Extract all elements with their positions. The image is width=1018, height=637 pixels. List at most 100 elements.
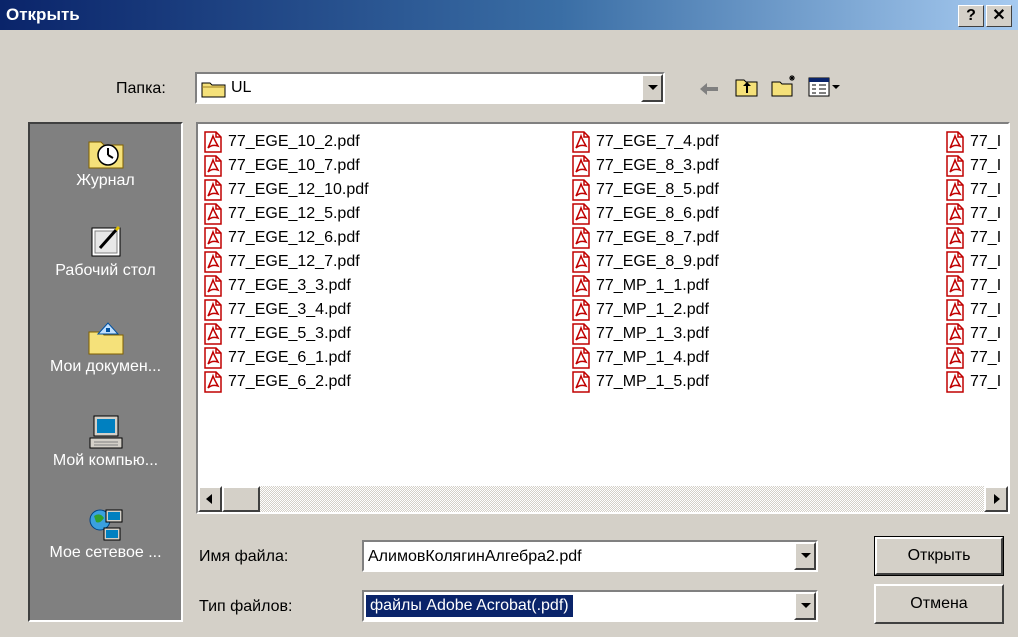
file-item[interactable]: 77_MP_1_5.pdf	[570, 370, 719, 394]
file-name: 77_EGE_6_1.pdf	[228, 349, 351, 366]
cancel-button[interactable]: Отмена	[874, 584, 1004, 624]
places-bar: Журнал Рабочий стол Мои докумен... Мой к…	[28, 122, 183, 622]
pdf-file-icon	[946, 347, 964, 369]
place-my-documents[interactable]: Мои докумен...	[30, 320, 181, 376]
file-item[interactable]: 77_EGE_8_7.pdf	[570, 226, 719, 250]
file-name: 77_I	[970, 229, 1002, 246]
file-name: 77_I	[970, 277, 1002, 294]
file-item[interactable]: 77_EGE_12_5.pdf	[202, 202, 369, 226]
history-icon	[88, 141, 123, 169]
pdf-file-icon	[946, 275, 964, 297]
file-item[interactable]: 77_I	[944, 202, 1001, 226]
close-button[interactable]: ✕	[986, 5, 1012, 27]
scroll-right-button[interactable]	[984, 486, 1008, 512]
filetype-label-text: Тип файлов:	[199, 598, 293, 615]
cancel-button-label: Отмена	[910, 595, 968, 612]
file-item[interactable]: 77_EGE_10_2.pdf	[202, 130, 369, 154]
file-name: 77_I	[970, 253, 1002, 270]
filetype-selected[interactable]: файлы Adobe Acrobat(.pdf)	[365, 594, 574, 618]
file-item[interactable]: 77_MP_1_4.pdf	[570, 346, 719, 370]
pdf-file-icon	[572, 179, 590, 201]
pdf-file-icon	[572, 203, 590, 225]
pdf-file-icon	[946, 131, 964, 153]
file-item[interactable]: 77_EGE_10_7.pdf	[202, 154, 369, 178]
file-name: 77_EGE_12_5.pdf	[228, 205, 360, 222]
place-history[interactable]: Журнал	[30, 134, 181, 190]
pdf-file-icon	[946, 251, 964, 273]
file-item[interactable]: 77_I	[944, 370, 1001, 394]
network-icon	[89, 509, 122, 541]
file-name: 77_MP_1_2.pdf	[596, 301, 709, 318]
place-my-computer-label: Мой компью...	[52, 452, 159, 469]
file-item[interactable]: 77_EGE_8_6.pdf	[570, 202, 719, 226]
horizontal-scrollbar[interactable]	[198, 486, 1008, 512]
title-bar[interactable]: Открыть ? ✕	[0, 0, 1018, 30]
file-item[interactable]: 77_I	[944, 298, 1001, 322]
file-name: 77_I	[970, 325, 1002, 342]
place-my-documents-label: Мои докумен...	[49, 358, 162, 375]
place-my-computer[interactable]: Мой компью...	[30, 414, 181, 470]
pdf-file-icon	[572, 227, 590, 249]
file-item[interactable]: 77_MP_1_3.pdf	[570, 322, 719, 346]
file-item[interactable]: 77_I	[944, 226, 1001, 250]
place-network[interactable]: Мое сетевое ...	[30, 506, 181, 562]
filetype-dropdown-arrow[interactable]	[794, 592, 816, 620]
file-item[interactable]: 77_EGE_3_4.pdf	[202, 298, 369, 322]
file-name: 77_I	[970, 373, 1002, 390]
file-item[interactable]: 77_EGE_8_9.pdf	[570, 250, 719, 274]
pdf-file-icon	[946, 299, 964, 321]
file-name: 77_I	[970, 301, 1002, 318]
pdf-file-icon	[572, 275, 590, 297]
filename-label-text: Имя файла:	[199, 548, 289, 565]
lookin-value: UL	[231, 79, 252, 96]
file-item[interactable]: 77_I	[944, 346, 1001, 370]
file-item[interactable]: 77_I	[944, 274, 1001, 298]
pdf-file-icon	[204, 179, 222, 201]
file-item[interactable]: 77_EGE_12_6.pdf	[202, 226, 369, 250]
file-item[interactable]: 77_EGE_8_5.pdf	[570, 178, 719, 202]
file-item[interactable]: 77_MP_1_1.pdf	[570, 274, 719, 298]
pdf-file-icon	[204, 371, 222, 393]
filename-combo[interactable]: АлимовКолягинАлгебра2.pdf	[362, 540, 818, 572]
lookin-label: Папка:	[116, 80, 166, 98]
file-list[interactable]: 77_EGE_10_2.pdf 77_EGE_10_7.pdf 77_EGE_12_…	[196, 122, 1010, 514]
scroll-left-button[interactable]	[198, 486, 222, 512]
filename-dropdown-arrow[interactable]	[794, 542, 816, 570]
file-name: 77_MP_1_4.pdf	[596, 349, 709, 366]
file-item[interactable]: 77_MP_1_2.pdf	[570, 298, 719, 322]
file-item[interactable]: 77_I	[944, 154, 1001, 178]
up-folder-icon[interactable]	[734, 76, 760, 98]
file-item[interactable]: 77_EGE_5_3.pdf	[202, 322, 369, 346]
arrow-left-icon	[206, 494, 212, 504]
new-folder-icon[interactable]	[770, 74, 798, 98]
file-item[interactable]: 77_EGE_6_1.pdf	[202, 346, 369, 370]
file-name: 77_EGE_10_7.pdf	[228, 157, 360, 174]
pdf-file-icon	[946, 155, 964, 177]
file-item[interactable]: 77_EGE_3_3.pdf	[202, 274, 369, 298]
lookin-combo[interactable]: UL	[195, 72, 665, 104]
file-item[interactable]: 77_I	[944, 250, 1001, 274]
file-item[interactable]: 77_I	[944, 322, 1001, 346]
open-button[interactable]: Открыть	[874, 536, 1004, 576]
file-name: 77_EGE_8_5.pdf	[596, 181, 719, 198]
pdf-file-icon	[572, 299, 590, 321]
place-desktop[interactable]: Рабочий стол	[30, 224, 181, 280]
back-icon[interactable]	[698, 80, 720, 98]
filename-input[interactable]: АлимовКолягинАлгебра2.pdf	[368, 548, 582, 566]
filetype-combo[interactable]: файлы Adobe Acrobat(.pdf)	[362, 590, 818, 622]
file-item[interactable]: 77_I	[944, 130, 1001, 154]
file-item[interactable]: 77_EGE_8_3.pdf	[570, 154, 719, 178]
pdf-file-icon	[204, 347, 222, 369]
lookin-dropdown-arrow[interactable]	[641, 74, 663, 102]
file-item[interactable]: 77_EGE_7_4.pdf	[570, 130, 719, 154]
file-item[interactable]: 77_I	[944, 178, 1001, 202]
file-item[interactable]: 77_EGE_12_7.pdf	[202, 250, 369, 274]
file-name: 77_I	[970, 349, 1002, 366]
scroll-thumb[interactable]	[222, 486, 260, 512]
help-button[interactable]: ?	[958, 5, 984, 27]
pdf-file-icon	[946, 203, 964, 225]
view-menu-icon[interactable]	[808, 76, 842, 98]
file-item[interactable]: 77_EGE_6_2.pdf	[202, 370, 369, 394]
file-item[interactable]: 77_EGE_12_10.pdf	[202, 178, 369, 202]
pdf-file-icon	[204, 275, 222, 297]
